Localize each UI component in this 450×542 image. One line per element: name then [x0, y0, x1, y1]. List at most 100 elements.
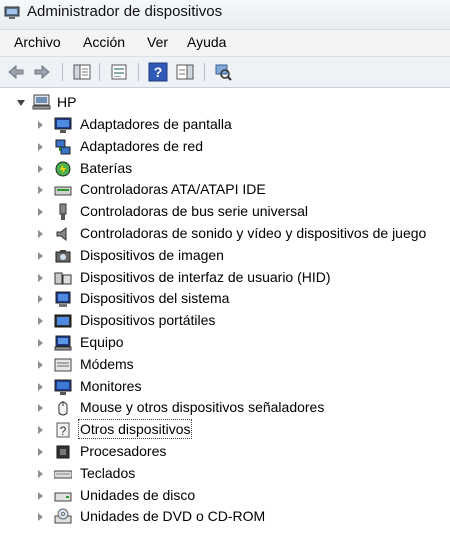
tree-node[interactable]: Dispositivos portátiles — [0, 311, 450, 331]
tree-node[interactable]: Procesadores — [0, 442, 450, 462]
root-label: HP — [57, 94, 77, 110]
portable-device-icon — [54, 314, 72, 328]
battery-icon — [55, 161, 71, 177]
toolbar: ? — [0, 57, 450, 88]
menu-accion[interactable]: Acción — [83, 34, 125, 50]
system-device-icon — [55, 291, 71, 308]
keyboard-icon — [54, 470, 72, 479]
title-bar: Administrador de dispositivos — [0, 0, 450, 30]
tree-node-label: Unidades de DVD o CD-ROM — [80, 508, 266, 525]
tree-node-label: Otros dispositivos — [77, 419, 193, 440]
tree-node-label: Módems — [80, 355, 134, 372]
tree-node[interactable]: Adaptadores de red — [0, 137, 450, 157]
tree-node-label: Teclados — [80, 464, 136, 481]
help-icon[interactable]: ? — [148, 62, 168, 82]
expand-arrow-icon[interactable] — [38, 208, 43, 217]
expand-arrow-icon[interactable] — [38, 273, 43, 282]
show-hide-tree-icon[interactable] — [72, 62, 92, 82]
tree-node[interactable]: Unidades de DVD o CD-ROM — [0, 507, 450, 527]
tree-node[interactable]: Mouse y otros dispositivos señaladores — [0, 398, 450, 418]
tree-node-label: Dispositivos de imagen — [80, 246, 224, 263]
expand-arrow-icon[interactable] — [38, 251, 43, 260]
window-title: Administrador de dispositivos — [27, 3, 223, 20]
toolbar-separator — [99, 63, 100, 81]
tree-node[interactable]: Equipo — [0, 333, 450, 353]
tree-node[interactable]: Dispositivos del sistema — [0, 289, 450, 309]
tree-node-label: Controladoras ATA/ATAPI IDE — [80, 181, 266, 198]
tree-node-label: Mouse y otros dispositivos señaladores — [80, 399, 325, 416]
toolbar-separator — [138, 63, 139, 81]
mouse-icon — [58, 401, 68, 416]
computer-icon — [54, 335, 72, 351]
expand-arrow-icon[interactable] — [38, 295, 43, 304]
expand-arrow-icon[interactable] — [38, 339, 43, 347]
tree-node-label: Dispositivos portátiles — [80, 312, 216, 329]
expand-arrow-icon[interactable] — [38, 404, 43, 413]
display-adapter-icon — [54, 117, 72, 133]
device-manager-icon — [4, 6, 20, 19]
properties-icon[interactable] — [109, 62, 129, 82]
menu-ver[interactable]: Ver — [147, 34, 168, 50]
tree-node[interactable]: Adaptadores de pantalla — [0, 115, 450, 135]
back-arrow-icon[interactable] — [6, 62, 26, 82]
tree-node-label: Controladoras de sonido y vídeo y dispos… — [80, 225, 427, 241]
menu-ayuda[interactable]: Ayuda — [187, 34, 226, 50]
expand-arrow-icon[interactable] — [38, 491, 43, 500]
tree-node-label: Monitores — [80, 377, 142, 394]
tree-node-label: Adaptadores de pantalla — [80, 116, 232, 132]
hid-icon — [54, 272, 72, 285]
expand-arrow-icon[interactable] — [38, 186, 43, 195]
expand-arrow-icon[interactable] — [38, 317, 43, 326]
forward-arrow-icon[interactable] — [32, 62, 52, 82]
device-tree: HP Adaptadores de pantalla Adaptadores de… — [0, 88, 450, 542]
expand-arrow-icon[interactable] — [38, 382, 43, 391]
expand-arrow-icon[interactable] — [38, 360, 43, 369]
tree-node-label: Baterías — [80, 159, 133, 176]
monitor-icon — [54, 379, 72, 395]
tree-node[interactable]: Controladoras de bus serie universal — [0, 202, 450, 222]
expand-arrow-icon[interactable] — [38, 448, 43, 456]
tree-node-label: Controladoras de bus serie universal — [80, 203, 309, 220]
tree-node[interactable]: Baterías — [0, 159, 450, 179]
expand-arrow-icon[interactable] — [38, 426, 43, 435]
tree-node[interactable]: Monitores — [0, 377, 450, 397]
network-adapter-icon — [55, 139, 71, 155]
tree-node[interactable]: Teclados — [0, 464, 450, 484]
processor-icon — [56, 445, 70, 459]
tree-node-label: Unidades de disco — [80, 486, 196, 503]
tree-node[interactable]: Módems — [0, 355, 450, 375]
toolbar-separator — [62, 63, 63, 81]
tree-node[interactable]: Controladoras de sonido y vídeo y dispos… — [0, 224, 450, 244]
tree-node[interactable]: ? Otros dispositivos — [0, 419, 450, 440]
tree-node-label: Procesadores — [80, 443, 167, 459]
expand-arrow-icon[interactable] — [38, 230, 43, 238]
dvd-drive-icon — [54, 508, 72, 524]
computer-icon — [32, 94, 51, 110]
tree-node[interactable]: Dispositivos de imagen — [0, 246, 450, 266]
menu-bar: Archivo Acción Ver Ayuda — [0, 30, 450, 57]
camera-icon — [55, 249, 71, 263]
tree-node[interactable]: Unidades de disco — [0, 486, 450, 506]
tree-node-label: Adaptadores de red — [80, 137, 203, 154]
disk-drive-icon — [54, 492, 72, 502]
svg-text:?: ? — [60, 424, 67, 438]
expand-arrow-icon[interactable] — [38, 164, 43, 173]
svg-text:?: ? — [154, 64, 163, 80]
unknown-device-icon: ? — [56, 422, 70, 438]
collapse-arrow-icon[interactable] — [17, 100, 25, 106]
tree-node[interactable]: Dispositivos de interfaz de usuario (HID… — [0, 268, 450, 288]
action-pane-icon[interactable] — [175, 62, 195, 82]
tree-node[interactable]: Controladoras ATA/ATAPI IDE — [0, 180, 450, 200]
scan-hardware-icon[interactable] — [213, 62, 233, 82]
usb-icon — [59, 203, 67, 221]
menu-archivo[interactable]: Archivo — [14, 34, 61, 50]
expand-arrow-icon[interactable] — [38, 513, 43, 522]
speaker-icon — [56, 226, 67, 242]
expand-arrow-icon[interactable] — [38, 469, 43, 478]
tree-node-label: Equipo — [80, 334, 124, 350]
expand-arrow-icon[interactable] — [38, 121, 43, 129]
modem-icon — [54, 358, 72, 372]
expand-arrow-icon[interactable] — [38, 142, 43, 151]
ide-controller-icon — [54, 186, 72, 196]
tree-node-label: Dispositivos de interfaz de usuario (HID… — [80, 268, 331, 285]
